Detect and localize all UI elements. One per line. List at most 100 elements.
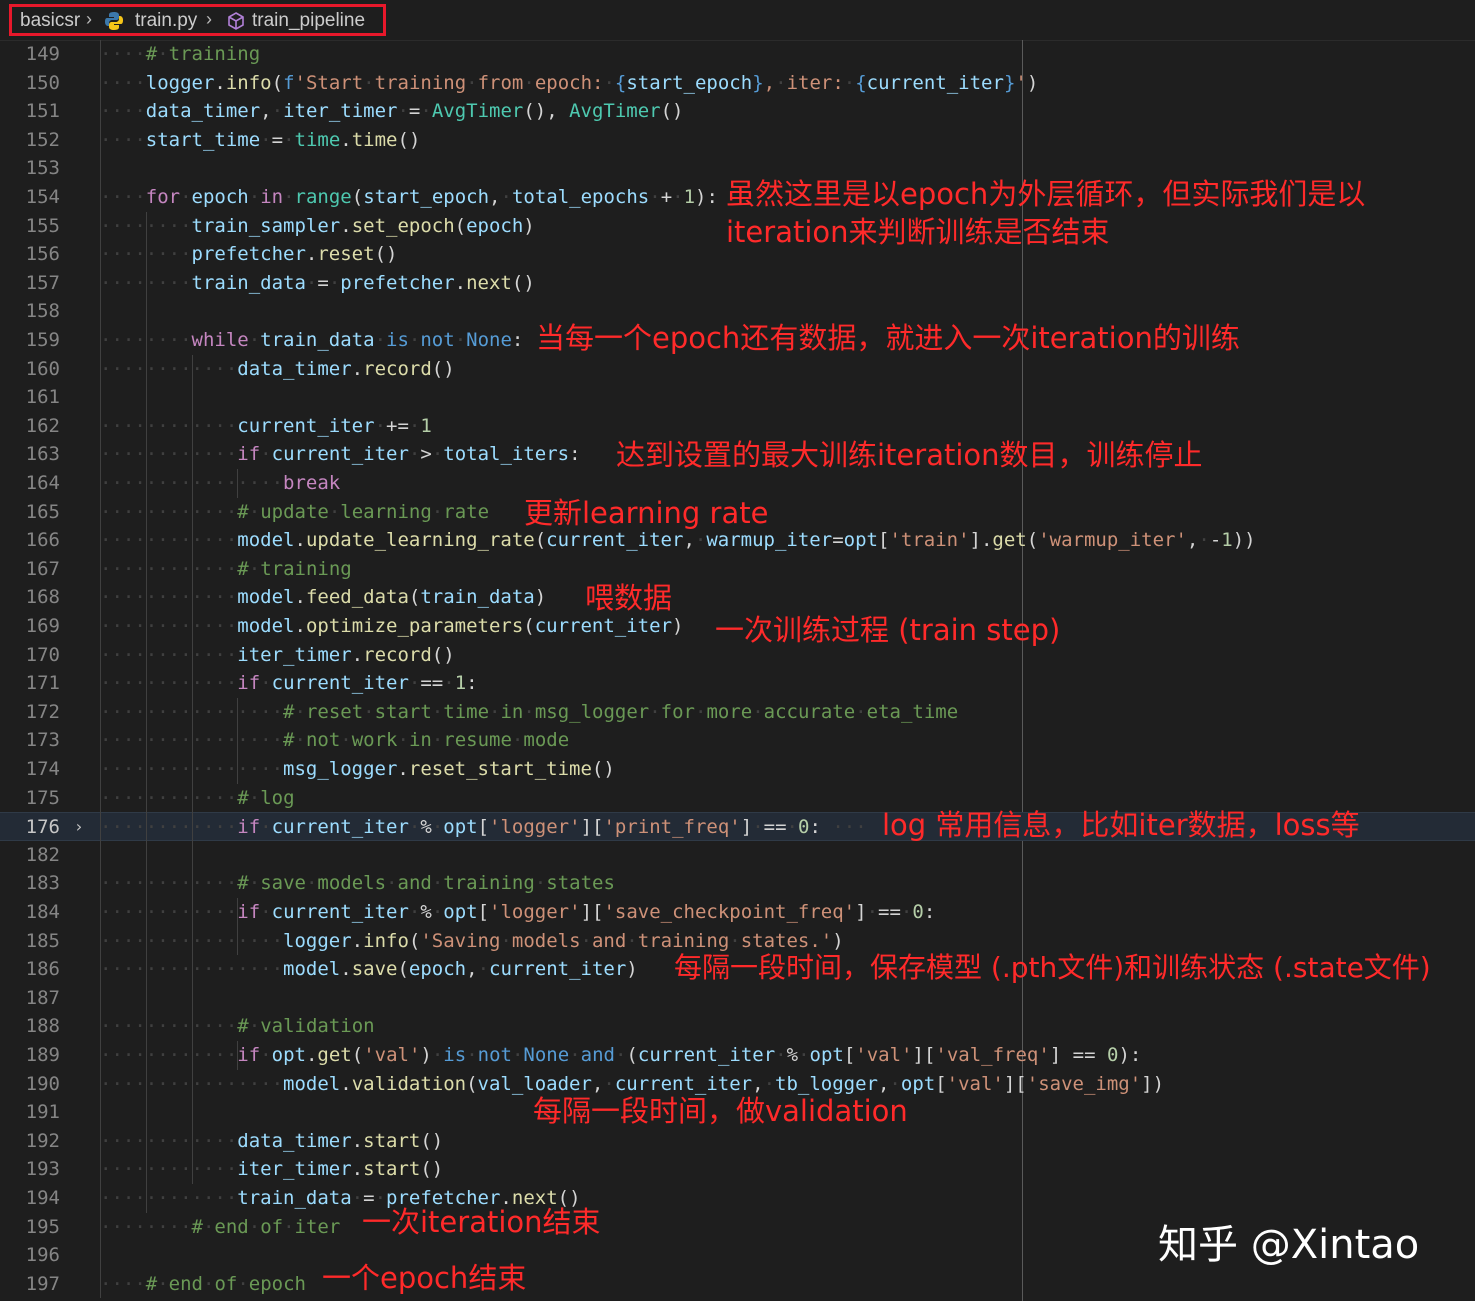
line-number[interactable]: 183: [0, 869, 60, 898]
cube-icon: [228, 12, 244, 30]
fold-chevron-icon[interactable]: ›: [74, 818, 88, 836]
code-line[interactable]: 149 ····#·training: [0, 40, 1475, 69]
line-number[interactable]: 187: [0, 984, 60, 1013]
line-number[interactable]: 155: [0, 212, 60, 241]
code-line[interactable]: 189 ············if·opt.get('val')·is·not·…: [0, 1041, 1475, 1070]
line-number[interactable]: 164: [0, 469, 60, 498]
watermark: 知乎 @Xintao: [1158, 1222, 1420, 1268]
code-line[interactable]: 197 ····#·end·of·epoch: [0, 1270, 1475, 1299]
code-text: ····#·training: [100, 43, 261, 65]
code-text: ············#·log: [100, 786, 295, 809]
line-number[interactable]: 154: [0, 183, 60, 212]
code-line[interactable]: 174 ················msg_logger.reset_star…: [0, 755, 1475, 784]
code-text: ············if·current_iter·==·1:: [100, 672, 478, 695]
code-line[interactable]: 167 ············#·training: [0, 555, 1475, 584]
chevron-right-icon: ›: [206, 9, 212, 29]
code-text: ················break: [100, 472, 341, 494]
line-number[interactable]: 152: [0, 126, 60, 155]
line-number[interactable]: 196: [0, 1241, 60, 1270]
line-number[interactable]: 172: [0, 698, 60, 727]
code-line[interactable]: 152 ····start_time·=·time.time(): [0, 126, 1475, 155]
code-line[interactable]: 168 ············model.feed_data(train_dat…: [0, 583, 1475, 612]
code-line[interactable]: 157 ········train_data·=·prefetcher.next(…: [0, 269, 1475, 298]
code-text: ············data_timer.start(): [100, 1129, 444, 1152]
code-line[interactable]: 193 ············iter_timer.start(): [0, 1155, 1475, 1184]
breadcrumb-symbol[interactable]: train_pipeline: [252, 10, 365, 32]
code-text: ············#·validation: [100, 1015, 375, 1038]
line-number[interactable]: 173: [0, 726, 60, 755]
code-text: ····logger.info(f'Start·training·from·ep…: [100, 71, 1039, 94]
code-line[interactable]: 151 ····data_timer,·iter_timer·=·AvgTimer…: [0, 97, 1475, 126]
line-number[interactable]: 163: [0, 440, 60, 469]
code-text: ················msg_logger.reset_start_t…: [100, 758, 615, 780]
line-number[interactable]: 176: [0, 813, 60, 842]
line-number[interactable]: 175: [0, 784, 60, 813]
indent-guide: [237, 697, 239, 784]
line-number[interactable]: 167: [0, 555, 60, 584]
line-number[interactable]: 191: [0, 1098, 60, 1127]
code-text: ············iter_timer.start(): [100, 1158, 444, 1181]
code-text: ········prefetcher.reset(): [100, 243, 398, 266]
line-number[interactable]: 149: [0, 40, 60, 69]
line-number[interactable]: 174: [0, 755, 60, 784]
indent-guide: [191, 354, 193, 1184]
code-line[interactable]: 192 ············data_timer.start(): [0, 1127, 1475, 1156]
line-number[interactable]: 185: [0, 927, 60, 956]
line-number[interactable]: 150: [0, 69, 60, 98]
annotation-validation: 每隔一段时间，做validation: [533, 1094, 908, 1128]
code-line[interactable]: 150 ····logger.info(f'Start·training·from…: [0, 69, 1475, 98]
line-number[interactable]: 159: [0, 326, 60, 355]
breadcrumb-folder[interactable]: basicsr: [20, 10, 80, 32]
line-number[interactable]: 189: [0, 1041, 60, 1070]
line-number[interactable]: 151: [0, 97, 60, 126]
line-number[interactable]: 195: [0, 1213, 60, 1242]
line-number[interactable]: 182: [0, 841, 60, 870]
line-number[interactable]: 158: [0, 297, 60, 326]
line-number[interactable]: 161: [0, 383, 60, 412]
line-number[interactable]: 153: [0, 154, 60, 183]
code-line[interactable]: 164 ················break: [0, 469, 1475, 498]
code-line[interactable]: 160 ············data_timer.record(): [0, 355, 1475, 384]
code-line[interactable]: 184 ············if·current_iter·%·opt['lo…: [0, 898, 1475, 927]
line-number[interactable]: 166: [0, 526, 60, 555]
code-text: ····for·epoch·in·range(start_epoch,·tota…: [100, 186, 718, 208]
code-line[interactable]: 194 ············train_data·=·prefetcher.n…: [0, 1184, 1475, 1213]
line-number[interactable]: 197: [0, 1270, 60, 1299]
line-number[interactable]: 169: [0, 612, 60, 641]
line-number[interactable]: 188: [0, 1012, 60, 1041]
line-number[interactable]: 171: [0, 669, 60, 698]
line-number[interactable]: 165: [0, 498, 60, 527]
line-number[interactable]: 184: [0, 898, 60, 927]
code-line[interactable]: 173 ················#·not·work·in·resume·…: [0, 726, 1475, 755]
line-number[interactable]: 194: [0, 1184, 60, 1213]
line-number[interactable]: 192: [0, 1127, 60, 1156]
line-number[interactable]: 193: [0, 1155, 60, 1184]
annotation-log: log 常用信息，比如iter数据，loss等: [882, 808, 1360, 842]
line-number[interactable]: 190: [0, 1070, 60, 1099]
line-number[interactable]: 168: [0, 583, 60, 612]
code-text: ····data_timer,·iter_timer·=·AvgTimer(),…: [100, 100, 684, 123]
line-number[interactable]: 162: [0, 412, 60, 441]
annotation-epoch-loop-2: iteration来判断训练是否结束: [726, 215, 1110, 249]
line-number[interactable]: 160: [0, 355, 60, 384]
line-number[interactable]: 170: [0, 641, 60, 670]
breadcrumb-file[interactable]: train.py: [135, 10, 197, 32]
code-line[interactable]: 171 ············if·current_iter·==·1:: [0, 669, 1475, 698]
indent-guide: [237, 1041, 239, 1070]
code-text: ········train_data·=·prefetcher.next(): [100, 271, 535, 294]
annotation-train-step: 一次训练过程 (train step): [715, 613, 1061, 647]
line-number[interactable]: 157: [0, 269, 60, 298]
indent-guide: [237, 469, 239, 498]
annotation-save: 每隔一段时间，保存模型 (.pth文件)和训练状态 (.state文件): [674, 951, 1431, 984]
code-line[interactable]: 161: [0, 383, 1475, 412]
code-line[interactable]: 172 ················#·reset·start·time·in…: [0, 698, 1475, 727]
line-number[interactable]: 156: [0, 240, 60, 269]
code-text: ········train_sampler.set_epoch(epoch): [100, 214, 535, 237]
line-number[interactable]: 186: [0, 955, 60, 984]
code-text: ········while·train_data·is·not·None:: [100, 329, 524, 351]
code-line[interactable]: 183 ············#·save·models·and·trainin…: [0, 869, 1475, 898]
code-line[interactable]: 182: [0, 841, 1475, 870]
annotation-epoch-loop: 虽然这里是以epoch为外层循环，但实际我们是以: [726, 177, 1366, 211]
code-line[interactable]: 187: [0, 984, 1475, 1013]
code-line[interactable]: 188 ············#·validation: [0, 1012, 1475, 1041]
